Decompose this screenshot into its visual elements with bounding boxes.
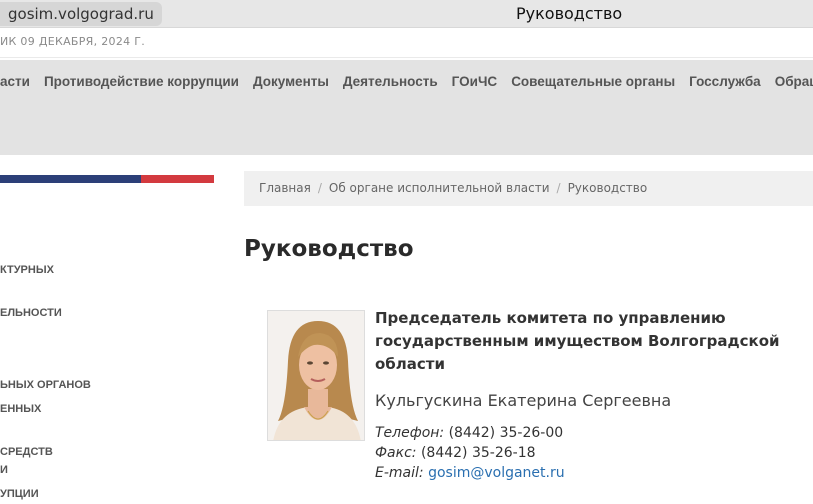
current-date: ИК 09 ДЕКАБРЯ, 2024 Г.: [0, 35, 146, 48]
date-strip: ИК 09 ДЕКАБРЯ, 2024 Г.: [0, 28, 813, 58]
sidebar-item-corruption[interactable]: УПЦИИ: [0, 488, 39, 500]
fax-line: Факс: (8442) 35-26-18: [375, 445, 536, 461]
person-photo: [267, 310, 365, 441]
nav-item-anticorruption[interactable]: Противодействие коррупции: [44, 74, 239, 89]
fax-label: Факс:: [375, 445, 417, 461]
nav-item-about[interactable]: асти: [0, 74, 30, 89]
sidebar-item-funds-cont[interactable]: И: [0, 464, 8, 476]
nav-item-civil-service[interactable]: Госслужба: [689, 74, 761, 89]
tab-title: Руководство: [516, 4, 623, 23]
email-link[interactable]: gosim@volganet.ru: [428, 465, 565, 481]
url-field[interactable]: gosim.volgograd.ru: [0, 2, 162, 26]
person-position: Председатель комитета по управлению госу…: [375, 309, 780, 373]
sidebar-item-bodies-cont[interactable]: ЕННЫХ: [0, 403, 41, 415]
email-label: E-mail:: [375, 465, 424, 481]
sidebar-item-bodies[interactable]: ЬНЫХ ОРГАНОВ: [0, 379, 91, 391]
main-nav: асти Противодействие коррупции Документы…: [0, 60, 813, 155]
breadcrumb-separator: /: [317, 181, 322, 195]
sidebar-item-structural[interactable]: КТУРНЫХ: [0, 264, 54, 276]
nav-item-advisory-bodies[interactable]: Совещательные органы: [511, 74, 675, 89]
breadcrumb-about[interactable]: Об органе исполнительной власти: [329, 181, 550, 195]
email-line: E-mail: gosim@volganet.ru: [375, 465, 565, 481]
phone-value: (8442) 35-26-00: [448, 425, 564, 441]
breadcrumb: Главная / Об органе исполнительной власт…: [244, 171, 813, 206]
fax-value: (8442) 35-26-18: [420, 445, 536, 461]
breadcrumb-current: Руководство: [567, 181, 648, 195]
sidebar-stripe-red: [141, 175, 214, 183]
nav-item-documents[interactable]: Документы: [253, 74, 329, 89]
sidebar-item-activity[interactable]: ЕЛЬНОСТИ: [0, 307, 62, 319]
person-name: Кульгускина Екатерина Сергеевна: [375, 391, 672, 410]
phone-label: Телефон:: [375, 425, 445, 441]
nav-item-appeals[interactable]: Обращен: [775, 74, 813, 89]
nav-item-activity[interactable]: Деятельность: [343, 74, 438, 89]
breadcrumb-home[interactable]: Главная: [259, 181, 311, 195]
page-title: Руководство: [244, 236, 414, 262]
breadcrumb-separator: /: [556, 181, 561, 195]
browser-title-bar: gosim.volgograd.ru Руководство: [0, 0, 813, 28]
sidebar-stripe-blue: [0, 175, 141, 183]
phone-line: Телефон: (8442) 35-26-00: [375, 425, 563, 441]
sidebar-item-funds[interactable]: СРЕДСТВ: [0, 446, 53, 458]
nav-item-civil-defense[interactable]: ГОиЧС: [452, 74, 498, 89]
